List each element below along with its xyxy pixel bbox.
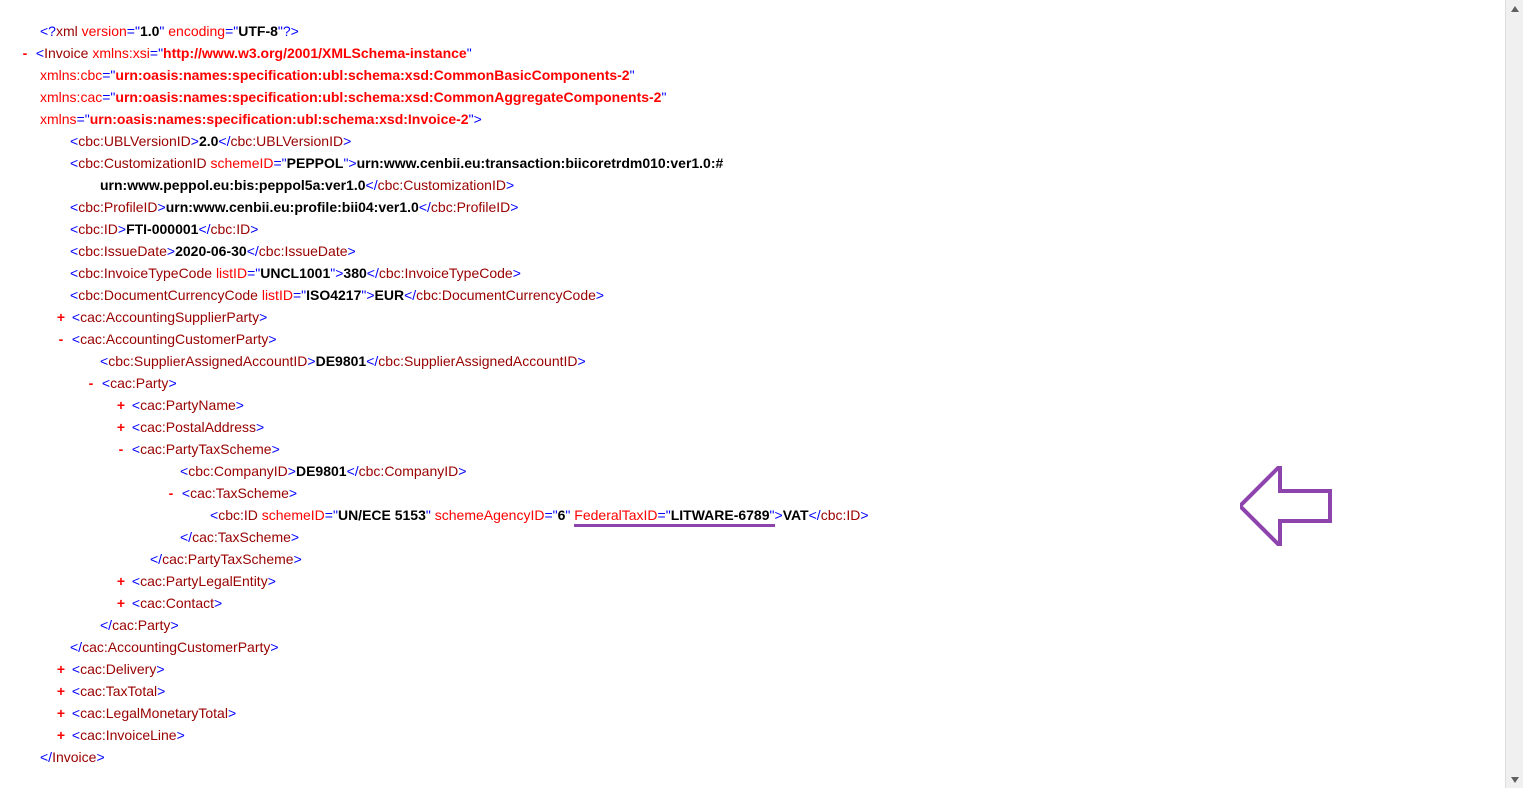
party-legal-entity: + <cac:PartyLegalEntity> xyxy=(20,570,1523,592)
xml-viewer: <?xml version="1.0" encoding="UTF-8"?> -… xyxy=(0,0,1523,788)
scroll-up-icon[interactable] xyxy=(1506,0,1523,17)
customization-id-cont: urn:www.peppol.eu:bis:peppol5a:ver1.0</c… xyxy=(20,174,1523,196)
tax-total: + <cac:TaxTotal> xyxy=(20,680,1523,702)
postal-address: + <cac:PostalAddress> xyxy=(20,416,1523,438)
document-currency-code: <cbc:DocumentCurrencyCode listID="ISO421… xyxy=(20,284,1523,306)
legal-monetary-total: + <cac:LegalMonetaryTotal> xyxy=(20,702,1523,724)
xml-content: <?xml version="1.0" encoding="UTF-8"?> -… xyxy=(0,0,1523,768)
vertical-scrollbar[interactable] xyxy=(1505,0,1523,788)
contact: + <cac:Contact> xyxy=(20,592,1523,614)
profile-id: <cbc:ProfileID>urn:www.cenbii.eu:profile… xyxy=(20,196,1523,218)
toggle-delivery[interactable]: + xyxy=(56,658,66,680)
party-open: - <cac:Party> xyxy=(20,372,1523,394)
party-close: </cac:Party> xyxy=(20,614,1523,636)
scroll-down-icon[interactable] xyxy=(1506,771,1523,788)
party-name: + <cac:PartyName> xyxy=(20,394,1523,416)
federal-tax-id-highlight: FederalTaxID="LITWARE-6789" xyxy=(574,507,774,527)
invoice-type-code: <cbc:InvoiceTypeCode listID="UNCL1001">3… xyxy=(20,262,1523,284)
toggle-contact[interactable]: + xyxy=(116,592,126,614)
accounting-supplier-party: + <cac:AccountingSupplierParty> xyxy=(20,306,1523,328)
accounting-customer-party-open: - <cac:AccountingCustomerParty> xyxy=(20,328,1523,350)
issue-date: <cbc:IssueDate>2020-06-30</cbc:IssueDate… xyxy=(20,240,1523,262)
customization-id: <cbc:CustomizationID schemeID="PEPPOL">u… xyxy=(20,152,1523,174)
party-tax-scheme-close: </cac:PartyTaxScheme> xyxy=(20,548,1523,570)
invoice-xmlns-cac: xmlns:cac="urn:oasis:names:specification… xyxy=(20,86,1523,108)
invoice-xmlns-cbc: xmlns:cbc="urn:oasis:names:specification… xyxy=(20,64,1523,86)
toggle-legalmonetary[interactable]: + xyxy=(56,702,66,724)
toggle-postal[interactable]: + xyxy=(116,416,126,438)
toggle-partyname[interactable]: + xyxy=(116,394,126,416)
invoice-close: </Invoice> xyxy=(20,746,1523,768)
toggle-customer[interactable]: - xyxy=(56,328,66,350)
toggle-taxscheme[interactable]: - xyxy=(166,482,176,504)
toggle-invoice[interactable]: - xyxy=(20,42,30,64)
toggle-legalentity[interactable]: + xyxy=(116,570,126,592)
invoice-id: <cbc:ID>FTI-000001</cbc:ID> xyxy=(20,218,1523,240)
invoice-line: + <cac:InvoiceLine> xyxy=(20,724,1523,746)
toggle-taxtotal[interactable]: + xyxy=(56,680,66,702)
xml-declaration: <?xml version="1.0" encoding="UTF-8"?> xyxy=(20,20,1523,42)
supplier-assigned-account-id: <cbc:SupplierAssignedAccountID>DE9801</c… xyxy=(20,350,1523,372)
ubl-version: <cbc:UBLVersionID>2.0</cbc:UBLVersionID> xyxy=(20,130,1523,152)
annotation-arrow-icon xyxy=(1240,466,1340,549)
party-tax-scheme-open: - <cac:PartyTaxScheme> xyxy=(20,438,1523,460)
toggle-invoiceline[interactable]: + xyxy=(56,724,66,746)
delivery: + <cac:Delivery> xyxy=(20,658,1523,680)
invoice-open: - <Invoice xmlns:xsi="http://www.w3.org/… xyxy=(20,42,1523,64)
toggle-party[interactable]: - xyxy=(86,372,96,394)
toggle-supplier[interactable]: + xyxy=(56,306,66,328)
accounting-customer-party-close: </cac:AccountingCustomerParty> xyxy=(20,636,1523,658)
toggle-partytax[interactable]: - xyxy=(116,438,126,460)
invoice-xmlns: xmlns="urn:oasis:names:specification:ubl… xyxy=(20,108,1523,130)
